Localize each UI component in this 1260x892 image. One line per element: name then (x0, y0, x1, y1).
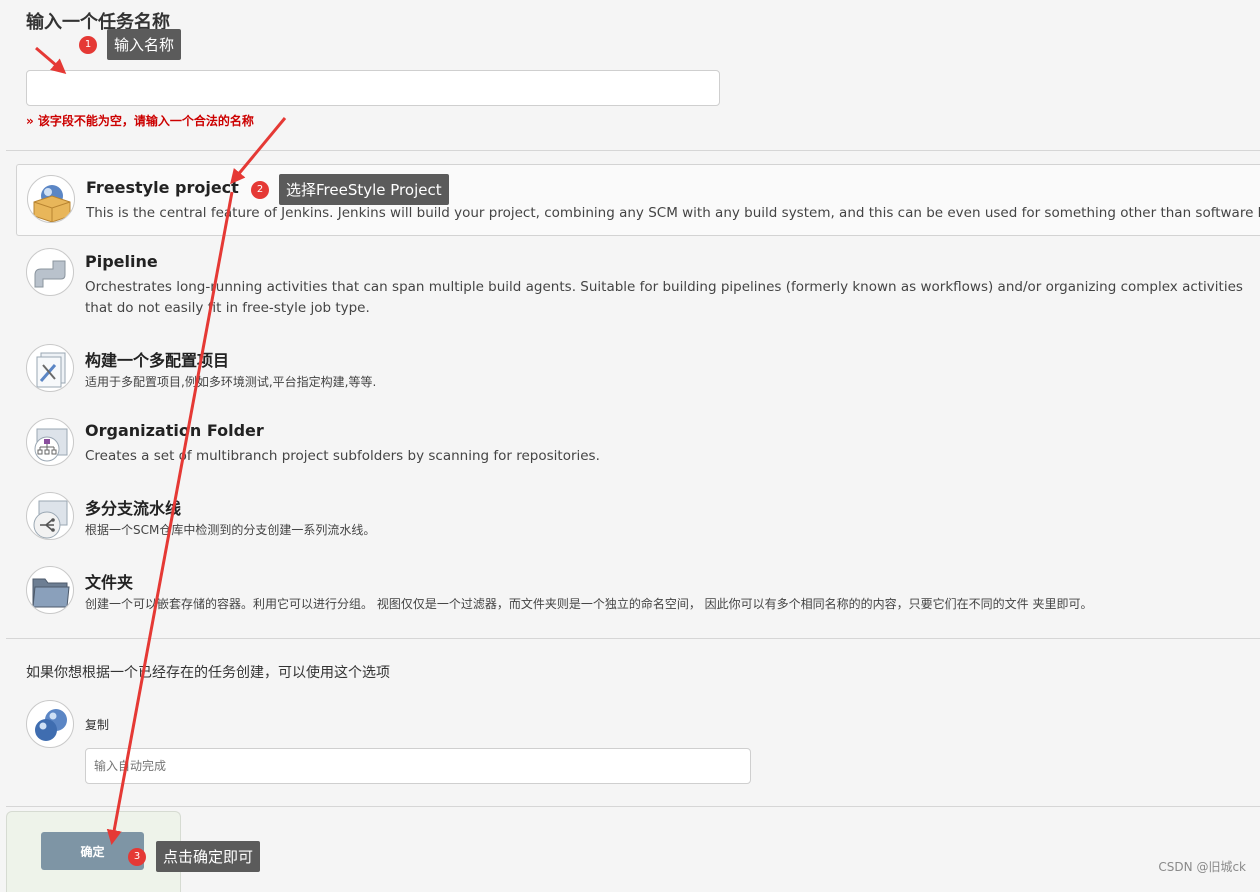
annotation-callout-2: 选择FreeStyle Project (279, 174, 449, 205)
item-title: Pipeline (85, 252, 158, 271)
copy-from-input[interactable] (85, 748, 751, 784)
copy-section-label: 如果你想根据一个已经存在的任务创建，可以使用这个选项 (26, 665, 390, 681)
item-freestyle-project[interactable]: Freestyle project This is the central fe… (16, 164, 1260, 236)
divider (6, 638, 1260, 639)
watermark: CSDN @旧城ck (1158, 860, 1246, 874)
item-description: Orchestrates long-running activities tha… (85, 279, 1243, 316)
annotation-badge-3: 3 (128, 848, 146, 866)
divider (6, 150, 1260, 151)
item-title: 构建一个多配置项目 (85, 351, 230, 370)
multibranch-icon (26, 492, 74, 540)
annotation-callout-3: 点击确定即可 (156, 841, 261, 872)
freestyle-box-icon (27, 175, 75, 223)
item-title: Organization Folder (85, 421, 264, 440)
item-title: 多分支流水线 (85, 499, 182, 518)
annotation-callout-1: 输入名称 (107, 29, 182, 60)
folder-icon (26, 566, 74, 614)
item-description: Creates a set of multibranch project sub… (85, 448, 600, 464)
arrow-1 (35, 46, 67, 74)
item-pipeline[interactable]: Pipeline Orchestrates long-running activ… (16, 244, 1260, 324)
pipeline-icon (26, 248, 74, 296)
item-title: 文件夹 (85, 573, 134, 592)
item-folder[interactable]: 文件夹 创建一个可以嵌套存储的容器。利用它可以进行分组。 视图仅仅是一个过滤器，… (16, 562, 1260, 622)
copy-text: 复制 (85, 718, 110, 732)
validation-error: » 该字段不能为空，请输入一个合法的名称 (26, 114, 254, 128)
item-multibranch-pipeline[interactable]: 多分支流水线 根据一个SCM仓库中检测到的分支创建一系列流水线。 (16, 488, 1260, 548)
organization-folder-icon (26, 418, 74, 466)
item-description: This is the central feature of Jenkins. … (86, 205, 1260, 221)
item-multi-configuration[interactable]: 构建一个多配置项目 适用于多配置项目,例如多环境测试,平台指定构建,等等. (16, 340, 1260, 400)
annotation-badge-1: 1 (79, 36, 97, 54)
annotation-badge-2: 2 (251, 181, 269, 199)
item-name-input[interactable] (26, 70, 720, 106)
multi-config-icon (26, 344, 74, 392)
item-description: 根据一个SCM仓库中检测到的分支创建一系列流水线。 (85, 523, 376, 537)
divider (6, 806, 1260, 807)
item-description: 适用于多配置项目,例如多环境测试,平台指定构建,等等. (85, 375, 377, 389)
copy-spheres-icon (26, 700, 74, 748)
item-title: Freestyle project (86, 178, 239, 197)
item-description: 创建一个可以嵌套存储的容器。利用它可以进行分组。 视图仅仅是一个过滤器，而文件夹… (85, 597, 1093, 611)
item-organization-folder[interactable]: Organization Folder Creates a set of mul… (16, 414, 1260, 474)
